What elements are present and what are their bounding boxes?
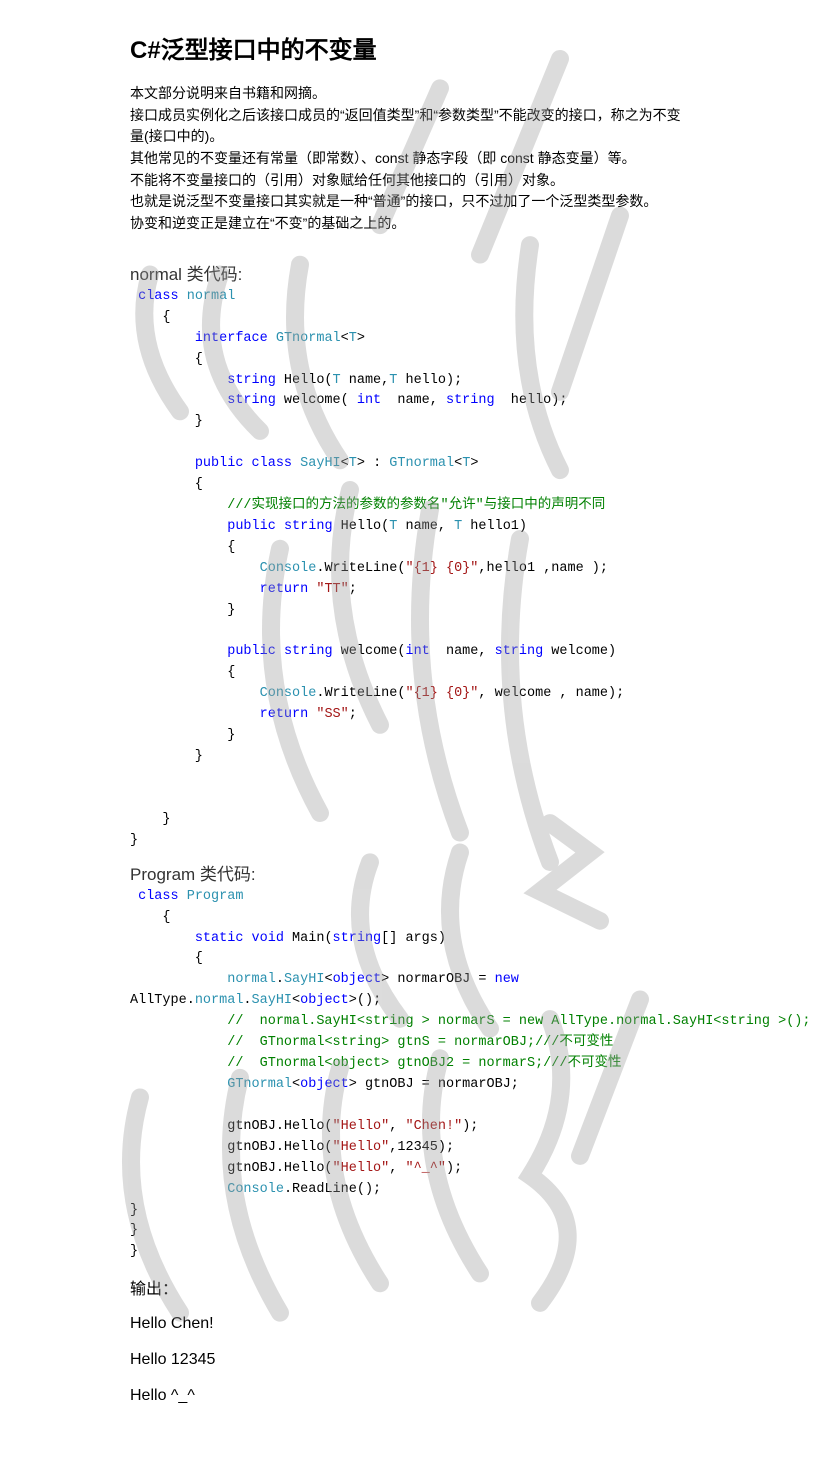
- desc-line: 协变和逆变正是建立在“不变”的基础之上的。: [130, 213, 692, 235]
- section-heading-program: Program 类代码:: [130, 860, 692, 885]
- description-block: 本文部分说明来自书籍和网摘。 接口成员实例化之后该接口成员的“返回值类型”和“参…: [130, 83, 692, 235]
- output-line: Hello ^_^: [130, 1387, 692, 1405]
- section-heading-normal: normal 类代码:: [130, 260, 692, 285]
- desc-line: 本文部分说明来自书籍和网摘。: [130, 83, 692, 105]
- title-rest: 泛型接口中的不变量: [161, 37, 377, 64]
- desc-line: 不能将不变量接口的（引用）对象赋给任何其他接口的（引用）对象。: [130, 170, 692, 192]
- desc-line: 也就是说泛型不变量接口其实就是一种“普通”的接口，只不过加了一个泛型类型参数。: [130, 191, 692, 213]
- page-title: C#泛型接口中的不变量: [130, 30, 692, 65]
- desc-line: 接口成员实例化之后该接口成员的“返回值类型”和“参数类型”不能改变的接口，称之为…: [130, 105, 692, 148]
- output-heading: 输出：: [130, 1275, 692, 1299]
- code-block-normal: class normal { interface GTnormal<T> { s…: [130, 287, 692, 852]
- output-line: Hello Chen!: [130, 1315, 692, 1333]
- code-block-program: class Program { static void Main(string[…: [130, 887, 692, 1264]
- desc-line: 其他常见的不变量还有常量（即常数）、const 静态字段（即 const 静态变…: [130, 148, 692, 170]
- title-cs: C#: [130, 37, 161, 64]
- output-line: Hello 12345: [130, 1351, 692, 1369]
